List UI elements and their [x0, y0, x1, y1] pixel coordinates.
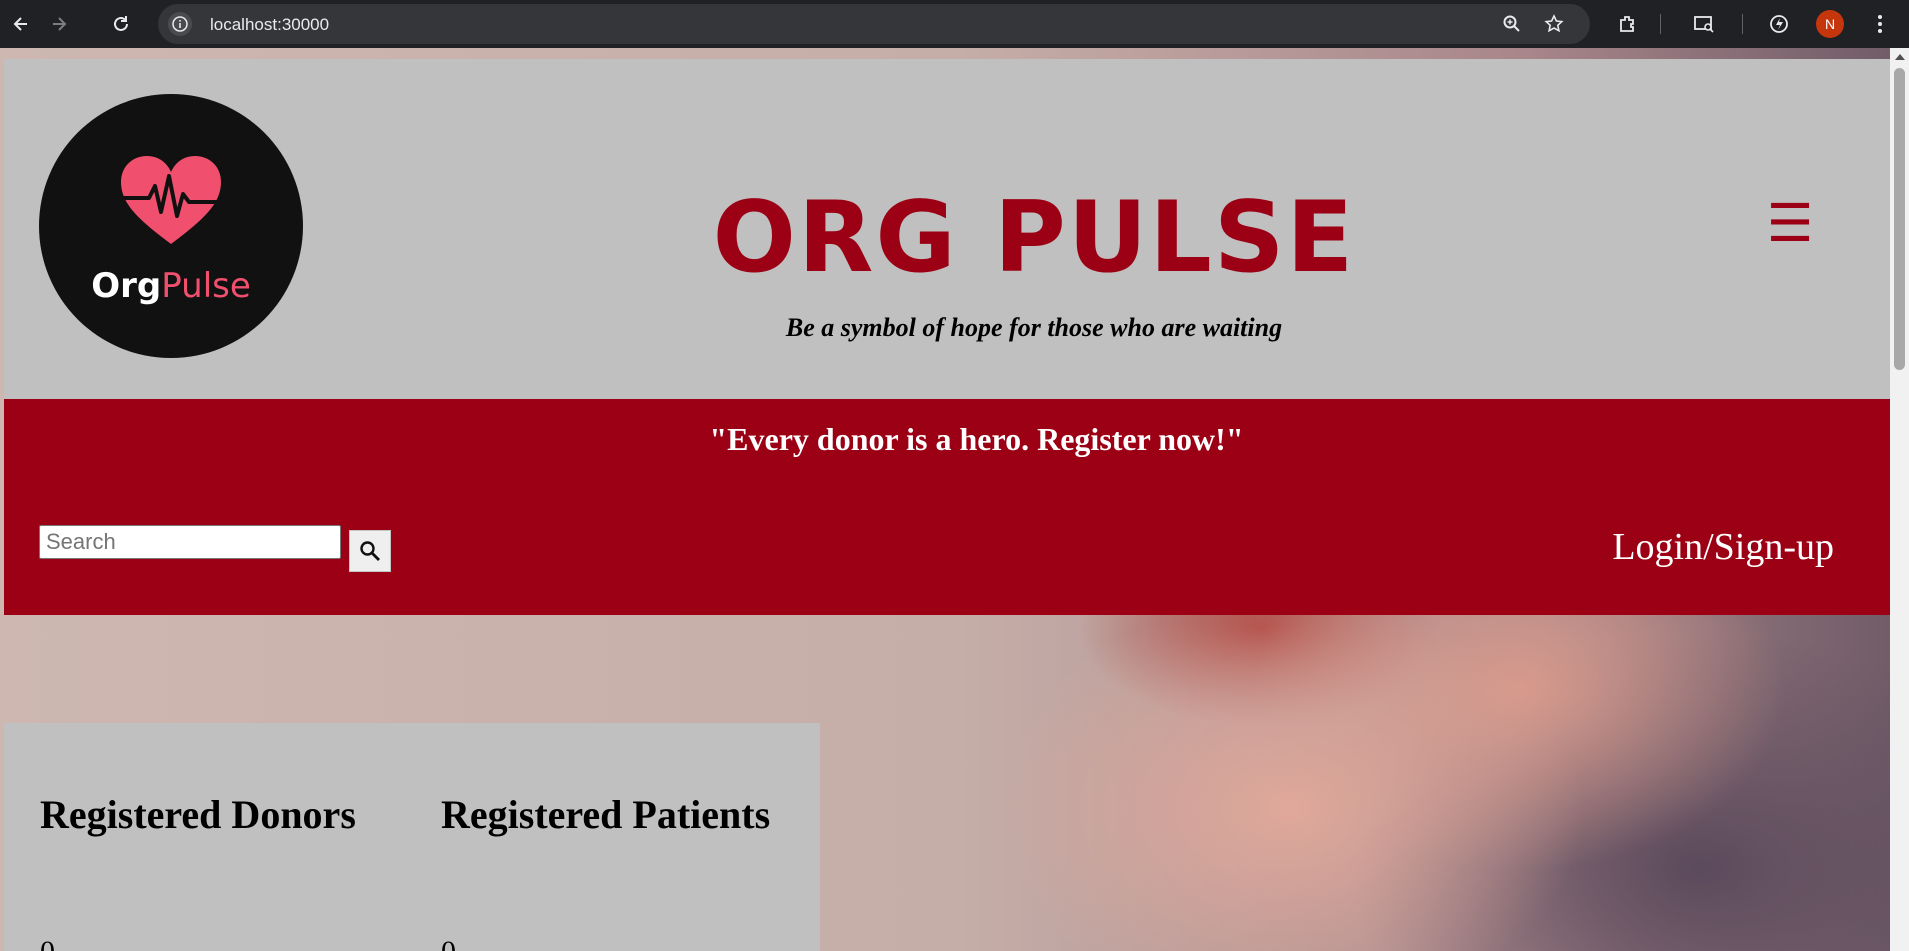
- logo-text-pulse: Pulse: [161, 266, 251, 306]
- tab-search-icon[interactable]: [1690, 10, 1718, 38]
- reload-icon[interactable]: [106, 9, 136, 39]
- site-tagline: Be a symbol of hope for those who are wa…: [785, 313, 1283, 342]
- banner-quote: "Every donor is a hero. Register now!": [709, 421, 1244, 457]
- zoom-icon[interactable]: [1500, 12, 1524, 36]
- stats-panel: Registered Donors Registered Patients 0 …: [4, 723, 820, 951]
- site-info-icon[interactable]: [168, 12, 192, 36]
- forward-icon[interactable]: [44, 9, 74, 39]
- profile-avatar[interactable]: N: [1816, 10, 1844, 38]
- back-icon[interactable]: [6, 9, 36, 39]
- registered-patients-count: 0: [441, 935, 456, 951]
- search-icon: [360, 541, 380, 561]
- address-bar[interactable]: localhost:30000: [158, 4, 1590, 44]
- logo-text-org: Org: [91, 266, 162, 306]
- registered-patients-label: Registered Patients: [441, 792, 771, 837]
- orgpulse-logo[interactable]: OrgPulse: [39, 94, 303, 358]
- page-scrollbar[interactable]: [1890, 48, 1909, 951]
- hamburger-menu-icon[interactable]: ☰: [1762, 197, 1818, 253]
- browser-toolbar: localhost:30000 N: [0, 0, 1909, 48]
- bookmark-star-icon[interactable]: [1542, 12, 1566, 36]
- site-header: OrgPulse ORG PULSE Be a symbol of hope f…: [4, 59, 1890, 399]
- search-button[interactable]: [349, 530, 391, 572]
- registered-donors-count: 0: [40, 935, 55, 951]
- scroll-up-icon[interactable]: [1895, 54, 1905, 60]
- url-text[interactable]: localhost:30000: [210, 15, 329, 35]
- heart-pulse-icon: [121, 156, 221, 244]
- red-banner: "Every donor is a hero. Register now!" L…: [4, 399, 1890, 615]
- menu-dots-icon[interactable]: [1866, 10, 1894, 38]
- performance-icon[interactable]: [1765, 10, 1793, 38]
- registered-donors-label: Registered Donors: [40, 792, 356, 837]
- login-signup-link[interactable]: Login/Sign-up: [1594, 525, 1834, 569]
- extensions-icon[interactable]: [1614, 10, 1642, 38]
- scrollbar-thumb[interactable]: [1894, 68, 1905, 370]
- site-title: ORG PULSE: [712, 181, 1356, 295]
- page-viewport: OrgPulse ORG PULSE Be a symbol of hope f…: [0, 48, 1909, 951]
- search-input[interactable]: [39, 525, 341, 559]
- logo-wordmark: OrgPulse: [39, 266, 303, 306]
